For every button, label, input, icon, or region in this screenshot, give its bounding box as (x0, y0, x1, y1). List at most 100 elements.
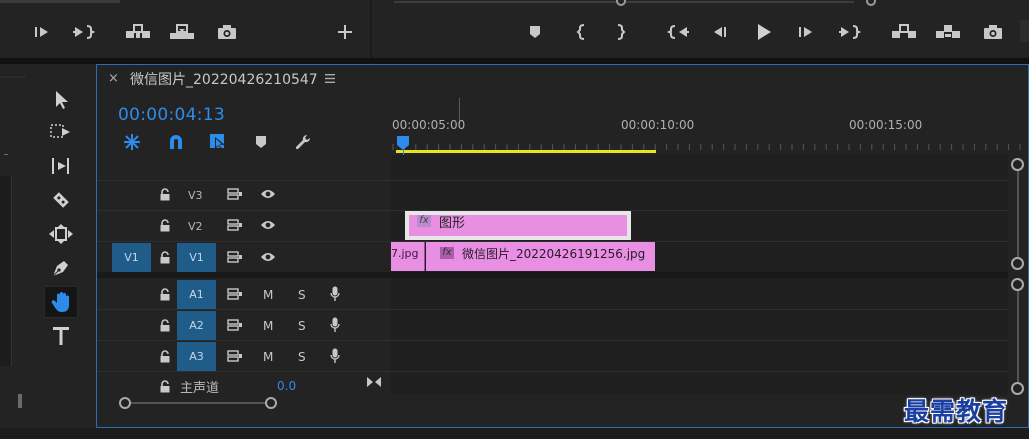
overwrite-icon[interactable] (168, 22, 196, 42)
playhead-handle[interactable] (396, 135, 410, 151)
go-to-out-icon[interactable] (72, 22, 96, 42)
sync-lock-icon[interactable] (226, 187, 244, 201)
track-label-v1: V1 (189, 251, 204, 264)
step-forward-icon[interactable] (32, 22, 54, 42)
program-more-button[interactable] (1020, 20, 1029, 42)
selection-tool-icon[interactable] (46, 86, 76, 114)
add-button-icon[interactable] (334, 22, 356, 42)
slip-tool-icon[interactable] (46, 220, 76, 248)
sync-lock-icon[interactable] (226, 287, 244, 301)
lift-icon[interactable] (890, 22, 918, 42)
track-target-v1[interactable]: V1 (177, 243, 216, 272)
snap-magnet-icon[interactable] (164, 132, 188, 152)
ruler-label: 00:00:15:00 (849, 118, 923, 132)
source-patch-label: V1 (124, 251, 139, 264)
ripple-edit-tool-icon[interactable] (46, 152, 76, 180)
play-icon[interactable] (752, 21, 776, 43)
track-label-v2[interactable]: V2 (188, 220, 203, 233)
go-to-in-icon[interactable] (666, 22, 690, 42)
video-track-scrollbar[interactable] (1008, 155, 1028, 275)
go-to-end-icon[interactable] (364, 374, 384, 390)
source-scrollbar[interactable] (0, 0, 370, 6)
pen-tool-icon[interactable] (46, 254, 76, 282)
track-label-a2: A2 (189, 319, 204, 332)
lock-icon[interactable] (158, 249, 172, 265)
hand-tool-icon[interactable] (44, 286, 78, 318)
source-patch-v1[interactable]: V1 (112, 243, 151, 272)
audio-track-scrollbar[interactable] (1008, 278, 1028, 398)
sync-lock-icon[interactable] (226, 250, 244, 264)
mute-button[interactable]: M (263, 288, 273, 302)
timeline-zoom-scrollbar[interactable] (100, 396, 1008, 410)
track-target-a1[interactable]: A1 (177, 280, 216, 309)
sequence-tab-title[interactable]: 微信图片_20220426210547 (130, 69, 318, 89)
add-marker-icon[interactable] (250, 132, 272, 152)
sync-lock-icon[interactable] (226, 318, 244, 332)
program-monitor-toolbar (374, 0, 1029, 58)
sync-lock-icon[interactable] (226, 218, 244, 232)
lock-icon[interactable] (158, 286, 172, 302)
eye-icon[interactable] (259, 250, 277, 264)
track-select-tool-icon[interactable] (46, 118, 76, 146)
type-tool-icon[interactable] (46, 322, 76, 350)
razor-tool-icon[interactable] (46, 186, 76, 214)
program-scrollbar[interactable] (394, 0, 876, 6)
clip-graphic[interactable]: fx 图形 (405, 211, 631, 240)
mute-button[interactable]: M (263, 319, 273, 333)
lock-icon[interactable] (158, 348, 172, 364)
lock-icon[interactable] (158, 217, 172, 233)
track-label-v3[interactable]: V3 (188, 189, 203, 202)
step-back-icon[interactable] (708, 22, 730, 42)
nest-sequence-icon[interactable] (120, 132, 144, 152)
microphone-icon[interactable] (328, 285, 342, 303)
master-track-label: 主声道 (180, 381, 220, 396)
microphone-icon[interactable] (328, 316, 342, 334)
mark-out-icon[interactable] (610, 22, 632, 42)
tools-panel (30, 64, 92, 428)
watermark-text: 最需教育 (904, 397, 1009, 426)
clip-name: 微信图片_20220426191256.jpg (462, 247, 646, 261)
work-area-bar[interactable] (396, 150, 656, 153)
ruler-label: 00:00:10:00 (621, 118, 695, 132)
zoom-handle-right[interactable] (265, 397, 277, 409)
clip-image-prev[interactable]: 7.jpg (391, 242, 425, 271)
linked-selection-icon[interactable] (206, 132, 230, 152)
close-tab-icon[interactable]: × (108, 71, 119, 86)
ruler-label: 00:00:05:00 (392, 118, 466, 132)
step-forward-icon[interactable] (796, 22, 818, 42)
master-volume-value[interactable]: 0.0 (277, 379, 296, 393)
project-panel-edge (0, 64, 28, 428)
clip-name: 7.jpg (391, 247, 419, 260)
lock-icon[interactable] (158, 378, 172, 394)
track-label-a1: A1 (189, 288, 204, 301)
eye-icon[interactable] (259, 187, 277, 201)
microphone-icon[interactable] (328, 347, 342, 365)
solo-button[interactable]: S (298, 288, 306, 302)
go-to-out-icon[interactable] (838, 22, 862, 42)
playhead-timecode[interactable]: 00:00:04:13 (118, 105, 225, 125)
clip-image-main[interactable]: fx 微信图片_20220426191256.jpg (426, 242, 655, 271)
scroll-handle[interactable] (18, 394, 22, 408)
track-label-a3: A3 (189, 350, 204, 363)
mute-button[interactable]: M (263, 350, 273, 364)
fx-badge: fx (440, 247, 454, 259)
solo-button[interactable]: S (298, 319, 306, 333)
lock-icon[interactable] (158, 186, 172, 202)
zoom-handle-left[interactable] (119, 397, 131, 409)
camera-icon[interactable] (214, 22, 240, 42)
solo-button[interactable]: S (298, 350, 306, 364)
sync-lock-icon[interactable] (226, 349, 244, 363)
camera-icon[interactable] (980, 22, 1006, 42)
mark-in-icon[interactable] (570, 22, 592, 42)
eye-icon[interactable] (259, 218, 277, 232)
track-target-a3[interactable]: A3 (177, 342, 216, 371)
marker-icon[interactable] (524, 22, 546, 42)
lock-icon[interactable] (158, 317, 172, 333)
extract-icon[interactable] (934, 22, 962, 42)
track-target-a2[interactable]: A2 (177, 311, 216, 340)
wrench-settings-icon[interactable] (292, 132, 314, 152)
status-bar (0, 428, 1029, 439)
panel-menu-icon[interactable] (324, 72, 336, 84)
insert-icon[interactable] (124, 22, 152, 42)
fx-badge: fx (417, 215, 431, 227)
